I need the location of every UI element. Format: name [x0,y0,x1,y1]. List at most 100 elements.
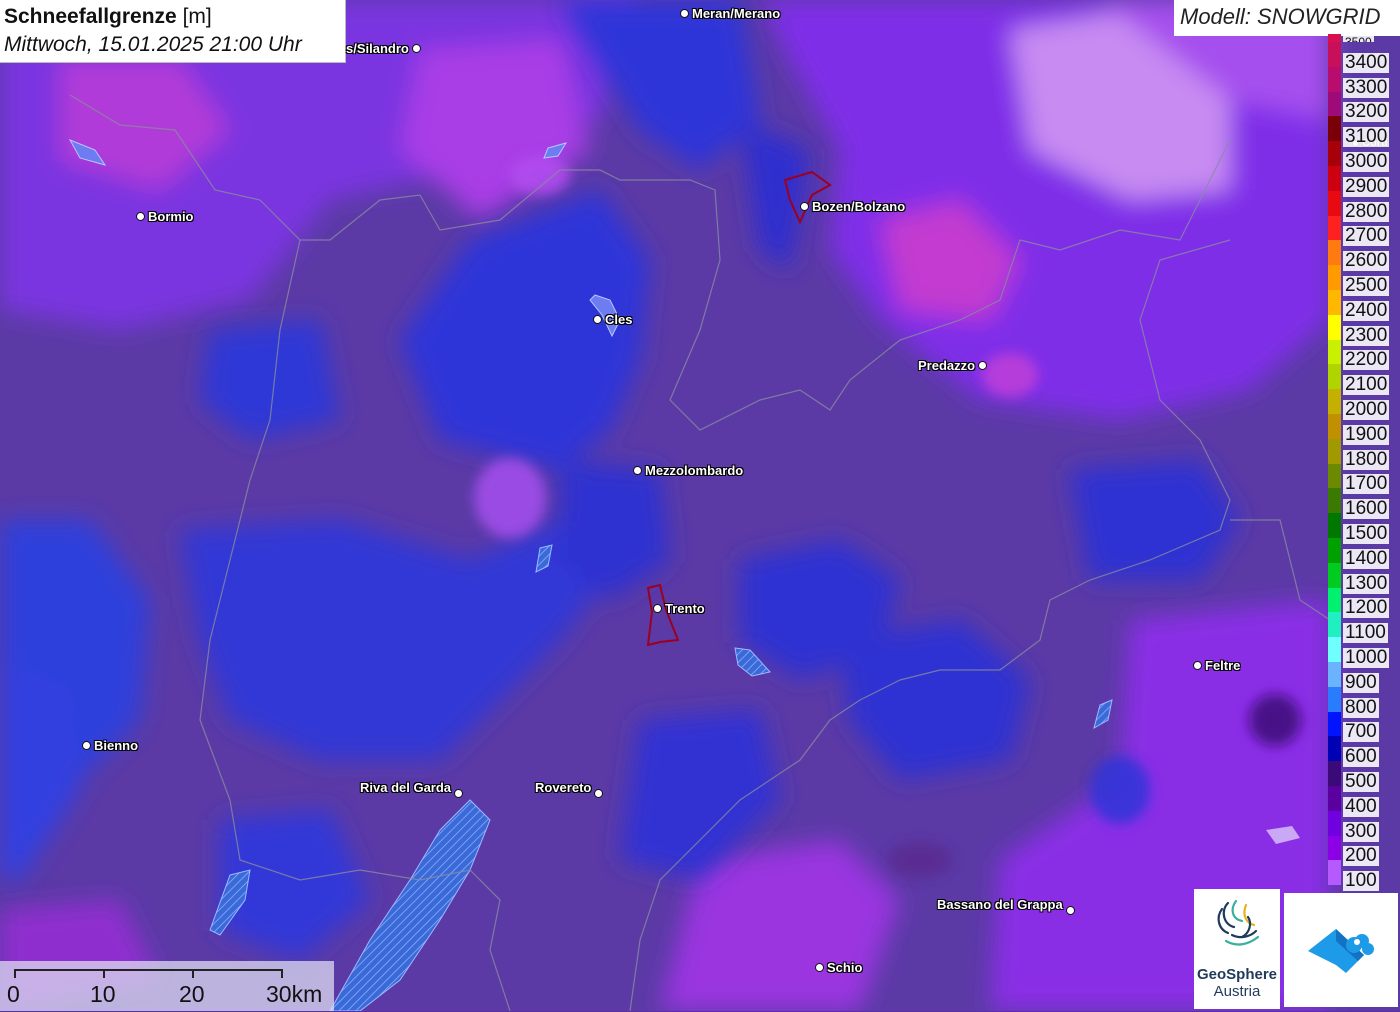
legend-row: 400 [1328,785,1400,817]
city-label: Bassano del Grappa [937,897,1063,912]
scale-label: 20 [179,981,205,1007]
map-title-box: Schneefallgrenze [m] Mittwoch, 15.01.202… [0,0,346,63]
city-marker-icon [800,202,809,211]
legend-row: 500 [1328,761,1400,792]
city-label: Rovereto [535,780,592,795]
legend-swatch [1328,42,1341,67]
city-marker-icon [1193,661,1202,670]
scale-label: 30km [266,981,323,1007]
snowfall-line-map[interactable] [0,0,1400,1011]
legend-swatch [1328,438,1341,464]
legend-swatch [1328,66,1341,92]
city-marker-icon [593,315,602,324]
legend-row: 200 [1328,835,1400,867]
legend-row: 2300 [1328,314,1400,346]
city-trento[interactable]: Trento [653,601,705,616]
city-label: Feltre [1205,658,1241,673]
legend-row: 2000 [1328,389,1400,420]
legend-swatch [1328,810,1341,836]
legend-swatch [1328,289,1341,315]
city-schio[interactable]: Schio [815,960,862,975]
city-silandro[interactable]: s/Silandro [346,41,421,56]
scale-label: 10 [90,981,116,1007]
legend-swatch [1328,240,1341,266]
parameter-unit: [m] [182,5,212,28]
city-label: Trento [665,601,705,616]
city-bolzano[interactable]: Bozen/Bolzano [800,199,905,214]
legend-row: 2600 [1328,240,1400,272]
legend-row: 700 [1328,711,1400,743]
legend-row: 1300 [1328,562,1400,594]
city-riva-del-garda[interactable]: Riva del Garda [360,780,464,798]
legend-row: 2400 [1328,289,1400,321]
city-cles[interactable]: Cles [593,312,632,327]
legend-row: 2800 [1328,190,1400,222]
scale-bar: 0 10 20 30km [0,961,334,1011]
city-rovereto[interactable]: Rovereto [535,780,604,798]
city-marker-icon [978,361,988,370]
scale-bar-line [14,969,282,971]
app-logo[interactable] [1284,893,1398,1007]
parameter-name: Schneefallgrenze [4,5,177,28]
city-bienno[interactable]: Bienno [82,738,138,753]
legend-swatch [1328,91,1341,117]
legend-row: 1600 [1328,488,1400,520]
legend-row: 800 [1328,686,1400,718]
legend-swatch [1328,463,1341,489]
city-bormio[interactable]: Bormio [136,209,194,224]
legend-swatch [1328,711,1341,737]
city-label: Predazzo [918,358,976,373]
legend-swatch [1328,562,1341,588]
legend-swatch [1328,488,1341,514]
city-predazzo[interactable]: Predazzo [918,358,988,373]
city-marker-icon [136,212,145,221]
legend-swatch [1328,513,1341,538]
legend-row: 3100 [1328,116,1400,148]
legend-row: 1900 [1328,413,1400,445]
legend-row: 100 [1328,860,1400,892]
city-label: Bienno [94,738,139,753]
scale-label: 0 [7,981,20,1007]
city-bassano-del-grappa[interactable]: Bassano del Grappa [937,897,1075,915]
legend-label: 100 [1343,870,1379,892]
legend-row: 1800 [1328,438,1400,470]
legend-row: 1500 [1328,513,1400,544]
legend-swatch [1328,34,1341,42]
scale-tick [14,969,16,978]
city-meran[interactable]: Meran/Merano [680,6,780,21]
legend-swatch [1328,389,1341,414]
geosphere-brand-country: Austria [1213,983,1261,1000]
city-label: s/Silandro [346,41,409,56]
legend-swatch [1328,165,1341,191]
legend-swatch [1328,265,1341,290]
city-marker-icon [815,963,824,972]
legend-row: 2700 [1328,215,1400,247]
legend-row: 3200 [1328,91,1400,123]
legend-swatch [1328,661,1341,687]
city-feltre[interactable]: Feltre [1193,658,1240,673]
mountain-cloud-icon [1308,929,1374,973]
color-legend: 3500 34003300320031003000290028002700260… [1328,34,1400,892]
legend-row: 1100 [1328,612,1400,644]
city-mezzolombardo[interactable]: Mezzolombardo [633,463,743,478]
legend-swatch [1328,141,1341,166]
city-marker-icon [454,789,464,798]
city-marker-icon [1065,906,1075,915]
legend-row: 1400 [1328,537,1400,569]
legend-swatch [1328,314,1341,340]
legend-swatch [1328,686,1341,712]
city-marker-icon [411,44,421,53]
forecast-datetime: Mittwoch, 15.01.2025 21:00 Uhr [4,33,302,56]
city-label: Cles [605,312,633,327]
city-marker-icon [680,9,689,18]
geosphere-brand-name: GeoSphere [1196,966,1278,983]
geosphere-swirl-icon [1217,899,1260,946]
legend-row-top: 3500 [1328,34,1400,42]
legend-row: 1700 [1328,463,1400,495]
legend-row: 1200 [1328,587,1400,619]
geosphere-austria-logo[interactable]: GeoSphere Austria [1194,889,1280,1009]
legend-swatch [1328,116,1341,142]
legend-swatch [1328,364,1341,390]
city-marker-icon [653,604,662,613]
legend-row: 2900 [1328,165,1400,197]
